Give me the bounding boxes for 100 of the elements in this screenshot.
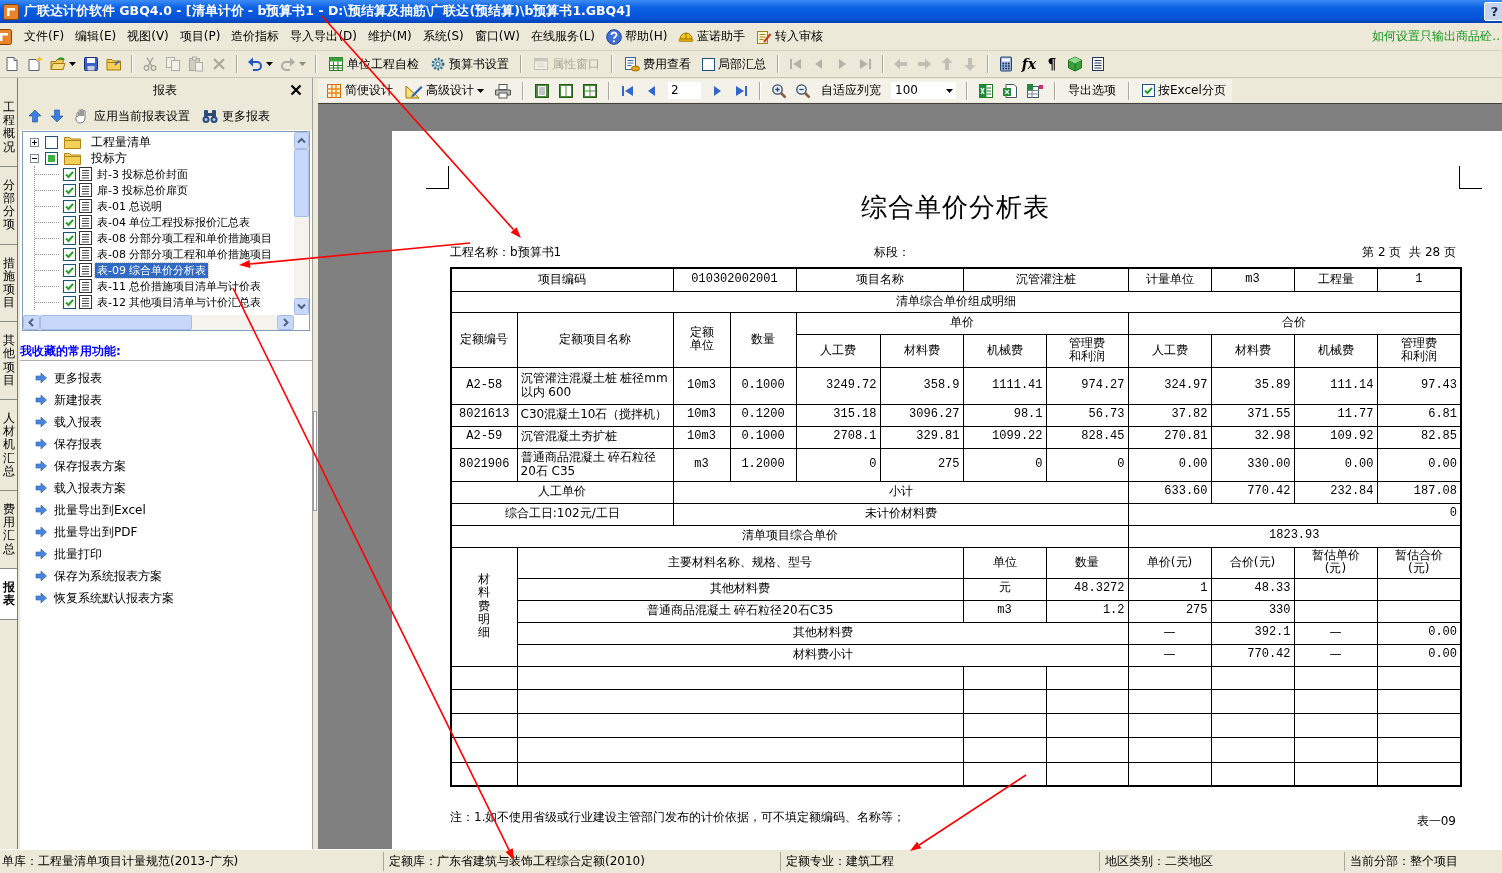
new-document-icon[interactable] xyxy=(4,56,20,72)
apply-settings-button[interactable]: 应用当前报表设置 xyxy=(72,105,192,127)
vertical-scrollbar[interactable] xyxy=(294,132,309,315)
two-page-icon[interactable] xyxy=(558,82,574,99)
tree-item[interactable]: 表-09 综合单价分析表 xyxy=(95,262,209,278)
menu-item[interactable]: 系统(S) xyxy=(417,25,469,48)
side-tab[interactable]: 报表 xyxy=(0,568,17,621)
menu-item[interactable]: 帮助(H) xyxy=(601,25,673,48)
zoom-in-icon[interactable] xyxy=(771,82,787,99)
scroll-right-icon[interactable] xyxy=(277,315,294,330)
menu-item[interactable]: 文件(F) xyxy=(19,25,70,48)
formula-button[interactable]: fx xyxy=(1021,56,1037,72)
menu-item[interactable]: 造价指标 xyxy=(226,25,285,48)
menu-item[interactable]: 视图(V) xyxy=(122,25,174,48)
checkbox-icon[interactable] xyxy=(45,151,58,165)
help-button[interactable]: ? xyxy=(1484,2,1502,21)
sparkle-document-icon[interactable] xyxy=(27,56,43,72)
scrollbar-thumb[interactable] xyxy=(294,149,309,217)
tree-item[interactable]: 表-08 分部分项工程和单价措施项目 xyxy=(95,230,275,246)
checkbox-icon[interactable] xyxy=(45,135,58,149)
checkbox[interactable]: 局部汇总 xyxy=(700,53,768,75)
four-page-icon[interactable] xyxy=(582,82,598,99)
tree-item[interactable]: 扉-3 投标总价扉页 xyxy=(95,182,191,198)
single-page-icon[interactable] xyxy=(534,82,550,99)
calculator-icon[interactable] xyxy=(998,56,1014,72)
tree-item[interactable]: 工程量清单 xyxy=(89,134,153,150)
favorite-link[interactable]: 新建报表 xyxy=(54,391,102,409)
menu-item[interactable]: 维护(M) xyxy=(363,25,417,48)
favorite-link[interactable]: 载入报表方案 xyxy=(54,479,126,497)
undo-icon[interactable] xyxy=(247,56,263,72)
zoom-out-icon[interactable] xyxy=(795,82,811,99)
page-number-field[interactable]: 2 xyxy=(668,82,701,99)
splitter-handle[interactable] xyxy=(313,411,317,511)
scroll-left-icon[interactable] xyxy=(23,315,40,330)
tree-item[interactable]: 表-01 总说明 xyxy=(95,198,165,214)
scrollbar-thumb[interactable] xyxy=(40,315,192,330)
tree-item[interactable]: 封-3 投标总价封面 xyxy=(95,166,191,182)
toolbar-button[interactable]: 预算书设置 xyxy=(428,53,511,75)
printer-icon[interactable] xyxy=(494,82,512,99)
side-tab[interactable]: 措施项目 xyxy=(0,244,17,323)
tree-item[interactable]: 表-04 单位工程投标报价汇总表 xyxy=(95,214,253,230)
menu-item[interactable]: 转入审核 xyxy=(751,25,829,48)
scroll-up-icon[interactable] xyxy=(294,132,309,149)
folder-icon[interactable] xyxy=(106,56,122,72)
favorite-link[interactable]: 批量导出到PDF xyxy=(54,523,138,541)
tree-item[interactable]: 表-11 总价措施项目清单与计价表 xyxy=(95,278,264,294)
fit-columns-button[interactable]: 自适应列宽 xyxy=(819,79,883,102)
tree-item[interactable]: 投标方 xyxy=(89,150,129,166)
menu-item[interactable]: 在线服务(L) xyxy=(525,25,600,48)
side-tab[interactable]: 费用汇总 xyxy=(0,490,17,569)
menu-item[interactable]: 编辑(E) xyxy=(70,25,122,48)
minus-box-icon[interactable] xyxy=(30,153,39,163)
favorite-link[interactable]: 保存报表 xyxy=(54,435,102,453)
more-reports-button[interactable]: 更多报表 xyxy=(200,105,272,127)
menu-item[interactable]: 导入导出(D) xyxy=(285,25,362,48)
caret-icon[interactable] xyxy=(266,62,273,66)
menu-item[interactable]: 窗口(W) xyxy=(469,25,525,48)
export-options-button[interactable]: 导出选项 xyxy=(1066,79,1118,102)
checkbox-icon[interactable] xyxy=(63,231,76,245)
tree-item[interactable]: 表-08 分部分项工程和单价措施项目 xyxy=(95,246,275,262)
favorite-link[interactable]: 批量导出到Excel xyxy=(54,501,146,519)
checkbox-icon[interactable] xyxy=(63,199,76,213)
side-tab[interactable]: 工程概况 xyxy=(0,89,17,167)
close-icon[interactable] xyxy=(290,84,302,96)
paragraph-button[interactable]: ¶ xyxy=(1044,56,1060,72)
spreadsheet-grid-icon[interactable] xyxy=(1026,82,1044,99)
menu-item[interactable]: 项目(P) xyxy=(174,25,226,48)
favorite-link[interactable]: 更多报表 xyxy=(54,369,102,387)
checkbox-icon[interactable] xyxy=(63,263,76,277)
side-tab[interactable]: 人材机汇总 xyxy=(0,400,17,491)
checkbox-icon[interactable] xyxy=(63,295,76,309)
checkbox[interactable]: 按Excel分页 xyxy=(1140,79,1228,102)
side-tab[interactable]: 分部分项 xyxy=(0,166,17,245)
caret-icon[interactable] xyxy=(69,62,76,66)
favorite-link[interactable]: 保存报表方案 xyxy=(54,457,126,475)
spreadsheet-page-icon[interactable] xyxy=(1002,82,1018,99)
checkbox-icon[interactable] xyxy=(63,167,76,181)
favorite-link[interactable]: 载入报表 xyxy=(54,413,102,431)
menu-item[interactable]: 蓝诺助手 xyxy=(673,25,751,48)
scroll-down-icon[interactable] xyxy=(294,298,309,315)
toolbar-button[interactable]: 费用查看 xyxy=(622,53,693,75)
move-up-icon[interactable] xyxy=(28,109,42,123)
checkbox-icon[interactable] xyxy=(63,183,76,197)
list-icon[interactable] xyxy=(1090,56,1106,72)
checkbox-icon[interactable] xyxy=(63,279,76,293)
horizontal-scrollbar[interactable] xyxy=(23,315,294,330)
spreadsheet-icon[interactable] xyxy=(978,82,994,99)
favorite-link[interactable]: 保存为系统报表方案 xyxy=(54,567,162,585)
plus-box-icon[interactable] xyxy=(30,137,39,147)
zoom-dropdown[interactable]: 100 xyxy=(891,82,956,99)
tree-item[interactable]: 表-12 其他项目清单与计价汇总表 xyxy=(95,294,264,310)
favorite-link[interactable]: 批量打印 xyxy=(54,545,102,563)
favorite-link[interactable]: 恢复系统默认报表方案 xyxy=(54,589,174,607)
advanced-design-button[interactable]: 高级设计 xyxy=(403,79,486,102)
side-tab[interactable]: 其他项目 xyxy=(0,322,17,400)
cube-icon[interactable] xyxy=(1067,56,1083,72)
save-icon[interactable] xyxy=(83,56,99,72)
checkbox-icon[interactable] xyxy=(63,247,76,261)
checkbox-icon[interactable] xyxy=(63,215,76,229)
move-down-icon[interactable] xyxy=(50,109,64,123)
